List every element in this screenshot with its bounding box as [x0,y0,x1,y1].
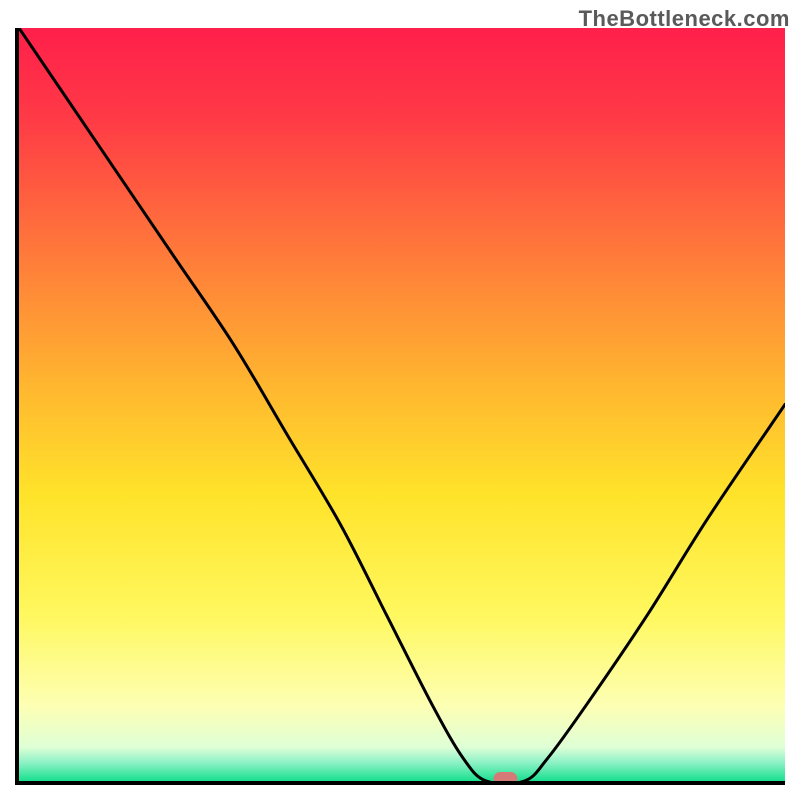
gradient-background [19,28,785,781]
plot-area [15,28,785,785]
bottleneck-chart-svg [15,28,785,785]
watermark-text: TheBottleneck.com [579,6,790,32]
chart-frame: TheBottleneck.com [0,0,800,800]
